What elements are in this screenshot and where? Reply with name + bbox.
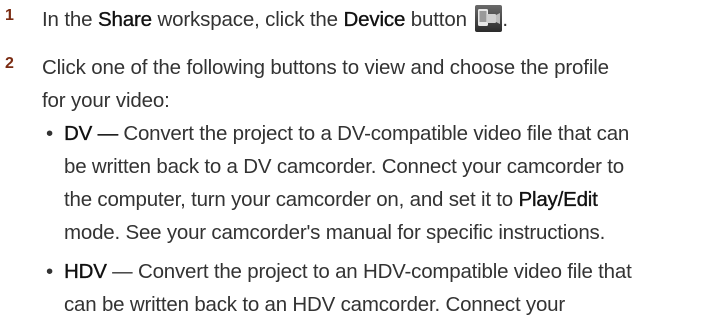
bullet-hdv-text-1: — Convert the project to an HDV-compatib… — [106, 260, 632, 283]
step-2-line-2: for your video: — [42, 89, 170, 112]
step-1-text: In the Share workspace, click the Device… — [42, 3, 707, 36]
bullet-hdv: • HDV — Convert the project to an HDV-co… — [46, 255, 711, 321]
dv-label: DV — — [64, 122, 118, 145]
hdv-label: HDV — [64, 260, 107, 283]
step-1-end: . — [502, 8, 508, 31]
bullet-dv: • DV — Convert the project to a DV-compa… — [46, 117, 711, 249]
play-edit-mode-label: Play/Edit — [518, 188, 598, 211]
device-button-label: Device — [343, 8, 406, 31]
bullet-hdv-dot: • — [46, 260, 53, 283]
step-1-suffix: button — [405, 8, 467, 31]
step-1-prefix: In the — [42, 8, 98, 31]
step-2-line-1: Click one of the following buttons to vi… — [42, 56, 609, 79]
bullet-hdv-line-2: can be written back to an HDV camcorder.… — [64, 293, 566, 316]
bullet-dv-line-3: the computer, turn your camcorder on, an… — [64, 183, 711, 216]
device-camcorder-icon — [475, 5, 503, 32]
bullet-dv-text-1: Convert the project to a DV-compatible v… — [117, 122, 630, 145]
bullet-dv-line-4: mode. See your camcorder's manual for sp… — [64, 221, 606, 244]
share-workspace-label: Share — [97, 8, 152, 31]
step-2-text: Click one of the following buttons to vi… — [42, 51, 707, 117]
bullet-dv-text-3: the computer, turn your camcorder on, an… — [64, 188, 519, 211]
bullet-dv-line-2: be written back to a DV camcorder. Conne… — [64, 155, 624, 178]
bullet-dv-line-1: DV — Convert the project to a DV-compati… — [64, 117, 711, 150]
step-1-middle: workspace, click the — [151, 8, 344, 31]
bullet-hdv-line-1: HDV — Convert the project to an HDV-comp… — [64, 255, 711, 288]
bullet-dv-dot: • — [46, 122, 53, 145]
step-1-number: 1 — [5, 7, 14, 24]
document-page: 1 In the Share workspace, click the Devi… — [0, 0, 715, 322]
step-2-number: 2 — [5, 55, 14, 72]
